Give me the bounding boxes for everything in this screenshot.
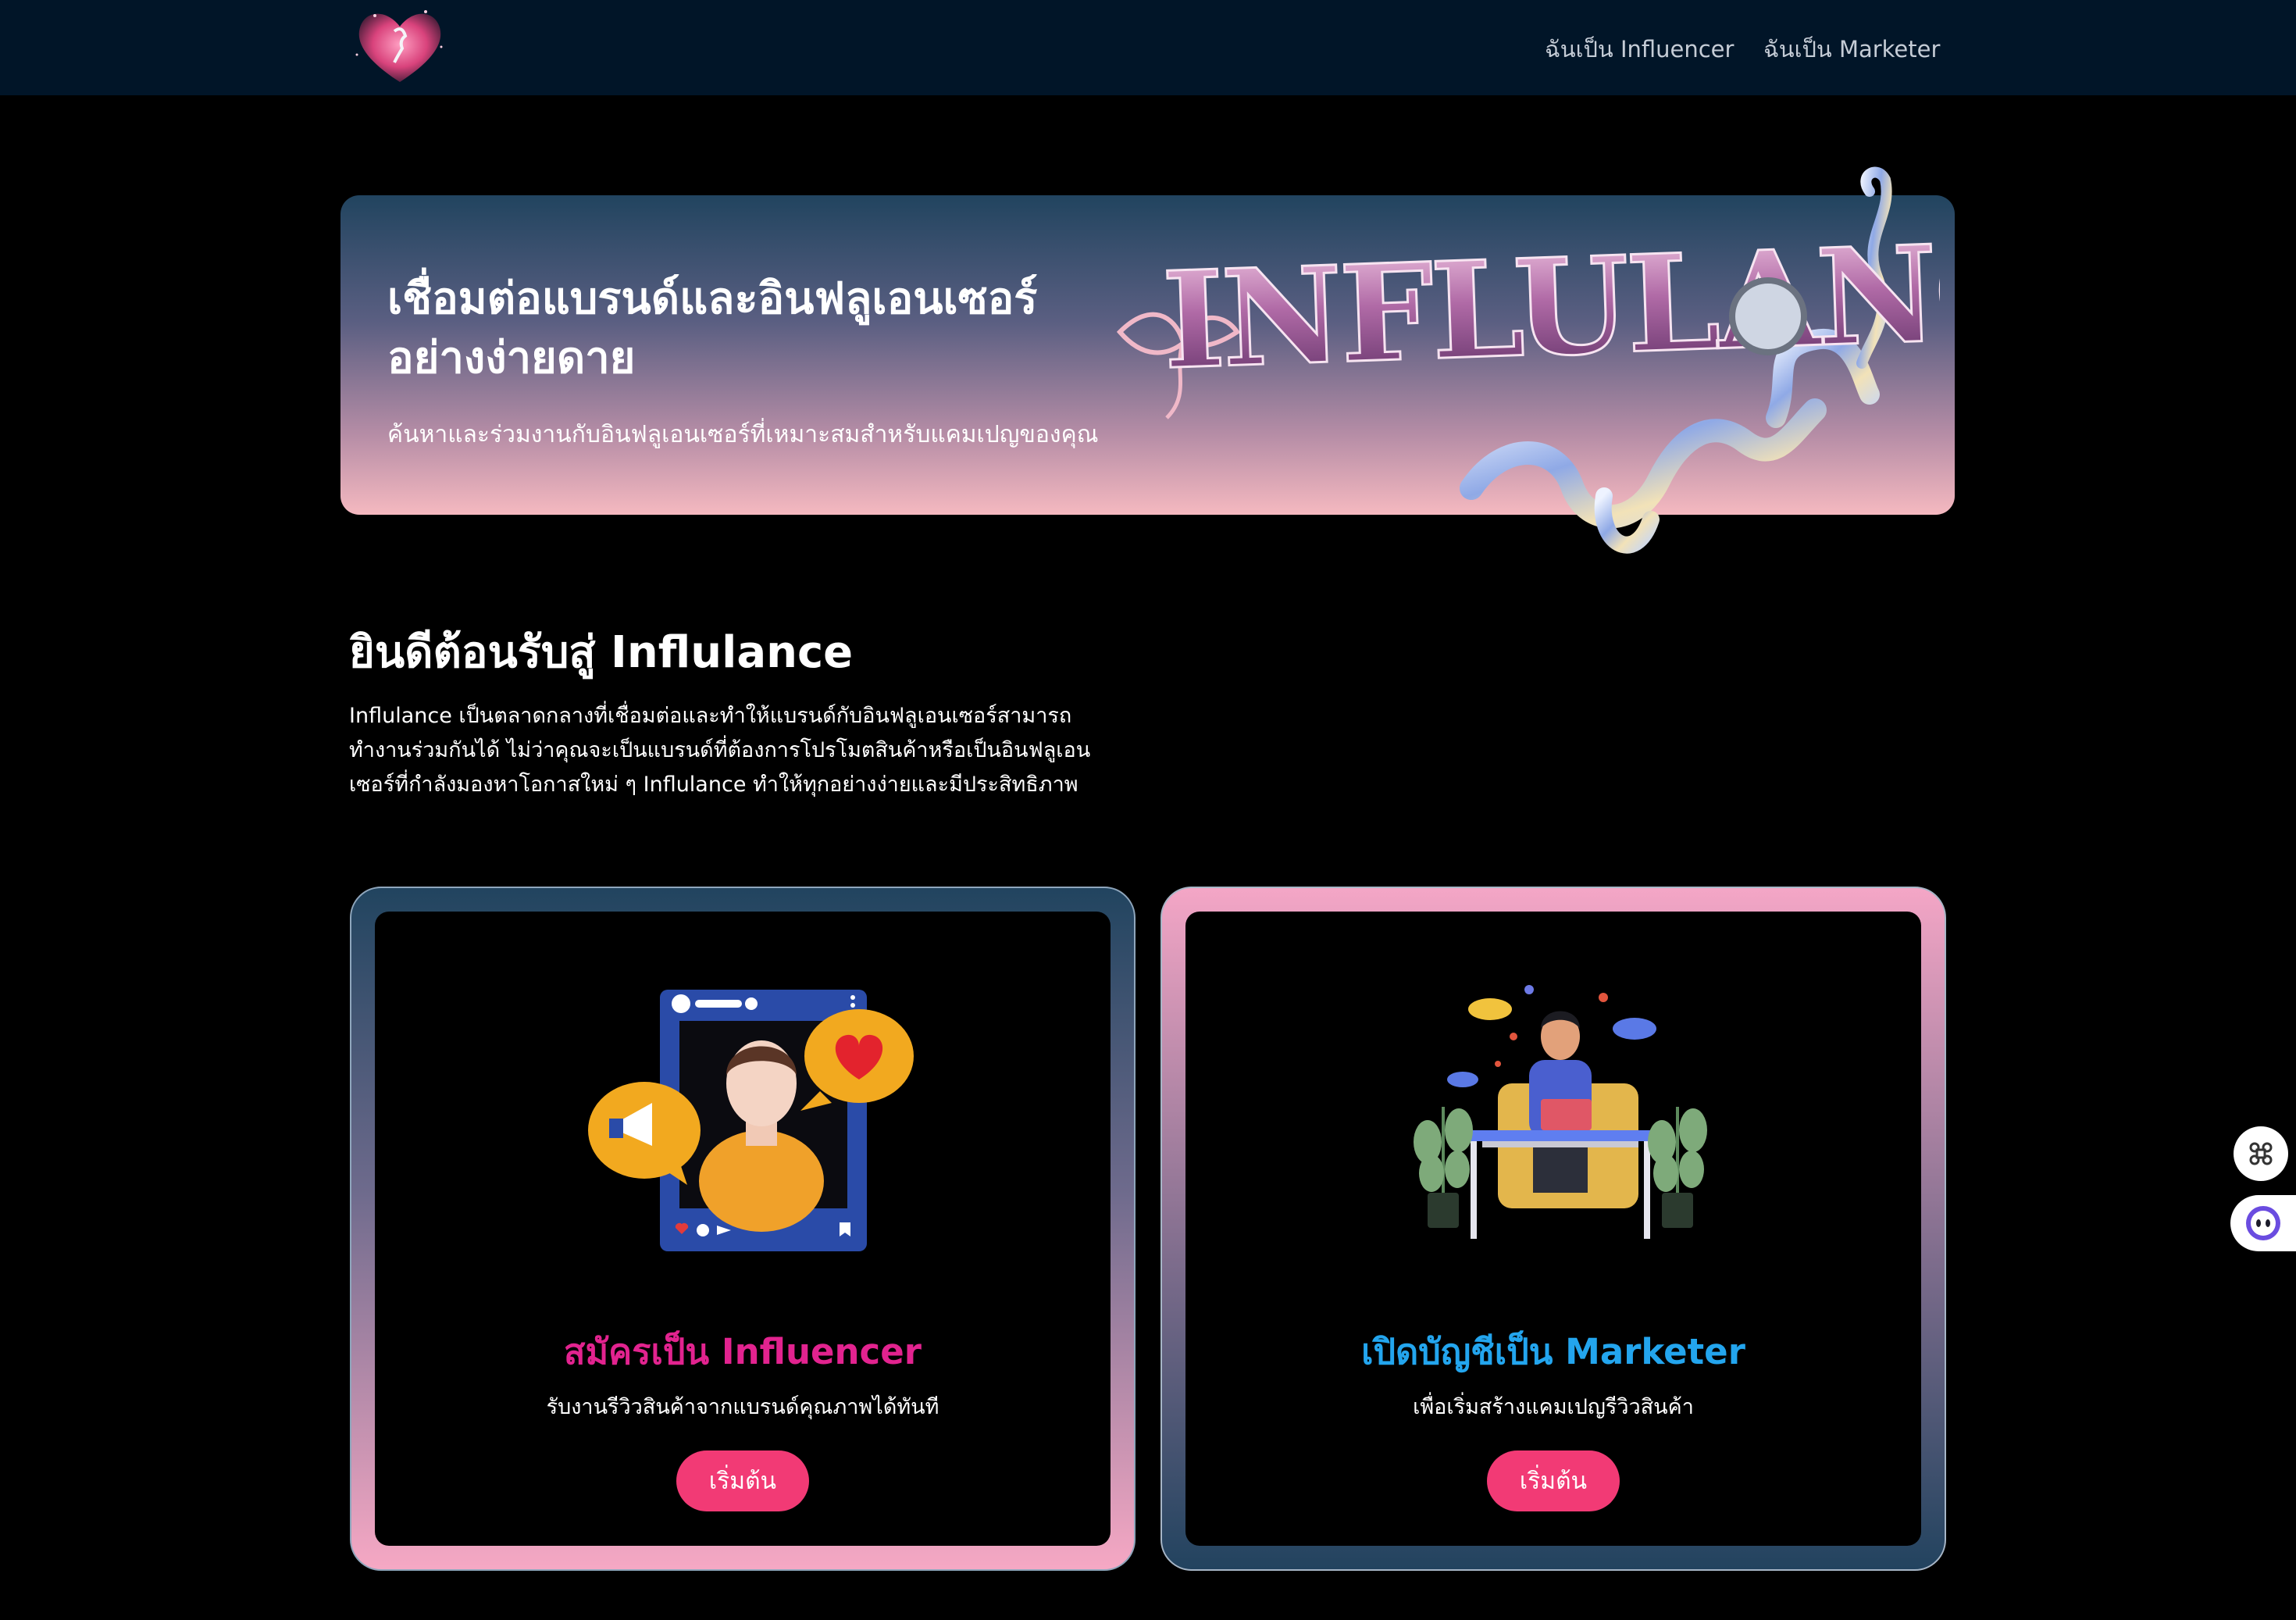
hero-subtitle: ค้นหาและร่วมงานกับอินฟลูเอนเซอร์ที่เหมาะ… (387, 421, 1099, 448)
welcome-description: Influlance เป็นตลาดกลางที่เชื่อมต่อและทำ… (349, 704, 1091, 797)
influencer-card-title: สมัครเป็น Influencer (564, 1331, 922, 1372)
influencer-card-description: รับงานรีวิวสินค้าจากแบรนด์คุณภาพได้ทันที (546, 1395, 939, 1419)
influlance-wordmark-art: INFLULANCE (1116, 166, 1940, 554)
assistant-face-icon[interactable] (2230, 1195, 2296, 1251)
hero-banner: เชื่อมต่อแบรนด์และอินฟลูเอนเซอร์อย่างง่า… (340, 166, 1955, 554)
svg-text:INFLULANCE: INFLULANCE (1160, 209, 1940, 399)
influencer-signup-card: สมัครเป็น Influencer รับงานรีวิวสินค้าจา… (350, 887, 1136, 1571)
influencer-card-body: สมัครเป็น Influencer รับงานรีวิวสินค้าจา… (375, 912, 1111, 1546)
hero-title: เชื่อมต่อแบรนด์และอินฟลูเอนเซอร์อย่างง่า… (387, 273, 1038, 384)
welcome-title: ยินดีต้อนรับสู่ Influlance (349, 627, 854, 678)
nav-link-marketer[interactable]: ฉันเป็น Marketer (1763, 31, 1940, 67)
marketer-card-description: เพื่อเริ่มสร้างแคมเปญรีวิวสินค้า (1413, 1395, 1694, 1419)
navbar: ฉันเป็น Influencer ฉันเป็น Marketer (0, 0, 2296, 95)
influencer-start-button[interactable]: เริ่มต้น (676, 1451, 809, 1511)
marketer-signup-card: เปิดบัญชีเป็น Marketer เพื่อเริ่มสร้างแค… (1160, 887, 1946, 1571)
marketer-desk-illustration (1414, 985, 1707, 1239)
influencer-social-frame-illustration (588, 990, 914, 1251)
nav-link-influencer[interactable]: ฉันเป็น Influencer (1545, 31, 1734, 67)
marketer-card-title: เปิดบัญชีเป็น Marketer (1361, 1331, 1745, 1372)
marketer-card-body: เปิดบัญชีเป็น Marketer เพื่อเริ่มสร้างแค… (1185, 912, 1921, 1546)
heart-logo-icon[interactable] (348, 0, 453, 92)
marketer-start-button[interactable]: เริ่มต้น (1487, 1451, 1620, 1511)
command-icon[interactable] (2234, 1126, 2288, 1181)
